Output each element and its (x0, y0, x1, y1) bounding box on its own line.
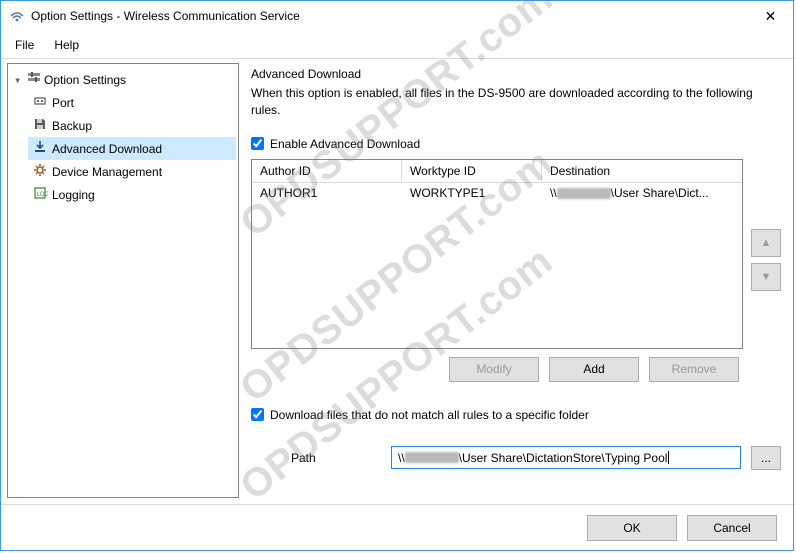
window-close-button[interactable]: ✕ (748, 1, 793, 31)
content-pane: Advanced Download When this option is en… (245, 63, 787, 498)
titlebar: Option Settings - Wireless Communication… (1, 1, 793, 32)
column-worktype-id[interactable]: Worktype ID (402, 160, 542, 182)
table-row[interactable]: AUTHOR1 WORKTYPE1 \\\User Share\Dict... (252, 183, 742, 203)
cancel-button[interactable]: Cancel (687, 515, 777, 541)
tree-item-advanced-download[interactable]: Advanced Download (28, 137, 236, 160)
menu-help[interactable]: Help (44, 34, 89, 56)
move-down-button[interactable]: ▼ (751, 263, 781, 291)
download-icon (32, 139, 48, 158)
tree-item-label: Port (52, 96, 74, 110)
tree-item-device-management[interactable]: Device Management (28, 160, 236, 183)
tree-item-logging[interactable]: LOG Logging (28, 183, 236, 206)
tree-pane: ▾ Option Settings Port Backup Advanced D… (7, 63, 239, 498)
redacted-text (557, 188, 611, 199)
port-icon (32, 93, 48, 112)
floppy-icon (32, 116, 48, 135)
path-input[interactable]: \\\User Share\DictationStore\Typing Pool (391, 446, 741, 469)
section-description: When this option is enabled, all files i… (251, 85, 781, 119)
modify-button[interactable]: Modify (449, 357, 539, 382)
move-up-button[interactable]: ▲ (751, 229, 781, 257)
window-title: Option Settings - Wireless Communication… (31, 9, 748, 23)
section-title: Advanced Download (251, 67, 781, 81)
fallback-folder-input[interactable] (251, 408, 264, 421)
checkbox-label: Download files that do not match all rul… (270, 408, 589, 422)
listview-header: Author ID Worktype ID Destination (252, 160, 742, 183)
log-icon: LOG (32, 185, 48, 204)
tree-root[interactable]: ▾ Option Settings (10, 68, 236, 91)
enable-advanced-download-checkbox[interactable]: Enable Advanced Download (251, 137, 781, 151)
column-author-id[interactable]: Author ID (252, 160, 402, 182)
arrow-down-icon: ▼ (761, 271, 772, 283)
redacted-text (405, 452, 459, 463)
tree-item-label: Logging (52, 188, 95, 202)
window-root: Option Settings - Wireless Communication… (0, 0, 794, 551)
path-label: Path (261, 451, 381, 465)
tree-item-backup[interactable]: Backup (28, 114, 236, 137)
tree-collapse-icon: ▾ (14, 73, 24, 87)
rules-listview[interactable]: Author ID Worktype ID Destination AUTHOR… (251, 159, 743, 349)
settings-icon (26, 70, 42, 89)
cell-author: AUTHOR1 (252, 183, 402, 203)
remove-button[interactable]: Remove (649, 357, 739, 382)
app-icon (9, 8, 25, 24)
ok-button[interactable]: OK (587, 515, 677, 541)
dialog-footer: OK Cancel (1, 504, 793, 550)
gear-icon (32, 162, 48, 181)
cell-worktype: WORKTYPE1 (402, 183, 542, 203)
tree-item-label: Backup (52, 119, 92, 133)
svg-text:LOG: LOG (37, 192, 49, 198)
menubar: File Help (1, 32, 793, 58)
column-destination[interactable]: Destination (542, 160, 742, 182)
cell-destination: \\\User Share\Dict... (542, 183, 742, 203)
tree-root-label: Option Settings (44, 73, 126, 87)
arrow-up-icon: ▲ (761, 237, 772, 249)
fallback-folder-checkbox[interactable]: Download files that do not match all rul… (251, 408, 781, 422)
body: ▾ Option Settings Port Backup Advanced D… (1, 58, 793, 504)
add-button[interactable]: Add (549, 357, 639, 382)
close-icon: ✕ (765, 8, 777, 25)
checkbox-label: Enable Advanced Download (270, 137, 420, 151)
enable-advanced-download-input[interactable] (251, 137, 264, 150)
tree-item-port[interactable]: Port (28, 91, 236, 114)
browse-button[interactable]: ... (751, 446, 781, 470)
tree-item-label: Advanced Download (52, 142, 162, 156)
tree-item-label: Device Management (52, 165, 162, 179)
menu-file[interactable]: File (5, 34, 44, 56)
